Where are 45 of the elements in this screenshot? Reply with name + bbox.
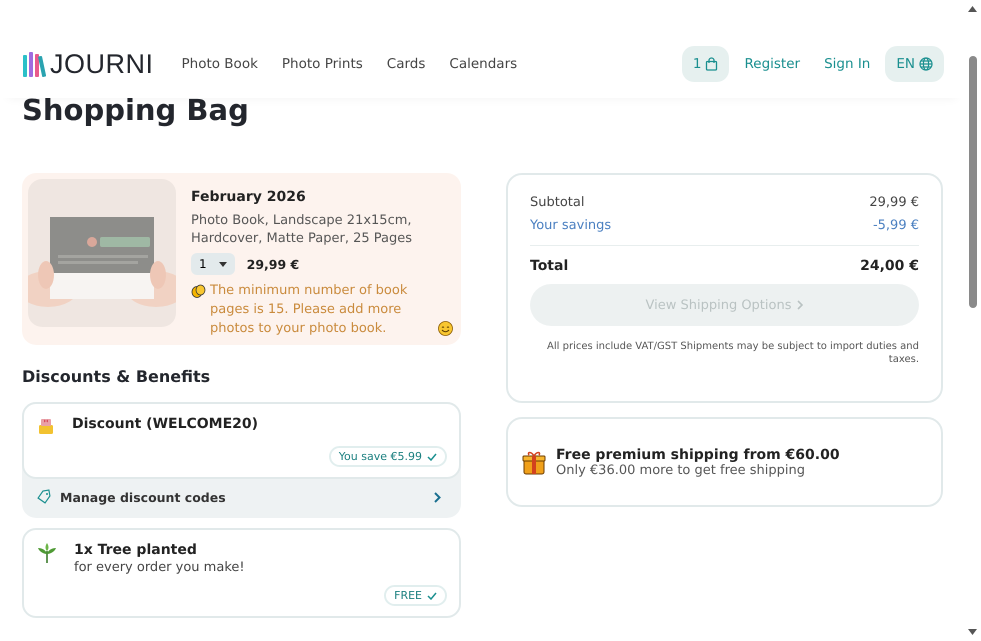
- benefit-badge: You save €5.99: [328, 446, 447, 467]
- benefit-badge: FREE: [384, 585, 447, 606]
- product-description: Photo Book, Landscape 21x15cm, Hardcover, Matte Paper, 25 Pages: [191, 212, 414, 248]
- bag-icon: [705, 57, 718, 71]
- product-title: February 2026: [191, 189, 307, 205]
- benefit-subtitle: for every order you make!: [74, 560, 245, 575]
- tag-icon: [36, 489, 52, 505]
- scroll-up-icon[interactable]: [968, 6, 977, 12]
- gift-box-icon: [36, 416, 56, 436]
- section-heading: Discounts & Benefits: [22, 367, 212, 386]
- summary-value: -5,99 €: [872, 218, 919, 233]
- summary-value: 29,99 €: [869, 195, 919, 210]
- shipping-title: Free premium shipping from €60.00: [556, 446, 840, 462]
- globe-icon: [919, 57, 933, 71]
- benefit-title: 1x Tree planted: [74, 542, 198, 558]
- nav-link[interactable]: Photo Prints: [270, 56, 375, 72]
- smiley-icon: [438, 321, 453, 336]
- summary-label: Your savings: [530, 218, 612, 233]
- chevron-right-icon: [797, 300, 804, 310]
- quantity-dropdown[interactable]: 1: [191, 253, 235, 275]
- caret-icon: [218, 262, 227, 266]
- shipping-subtitle: Only €36.00 more to get free shipping: [556, 462, 806, 478]
- gift-icon: [522, 449, 546, 475]
- page-title: Shopping Bag: [22, 92, 249, 129]
- chevron-right-icon: [434, 492, 441, 502]
- tax-note: All prices include VAT/GST Shipments may be subject to import duties and taxes.: [546, 340, 919, 366]
- nav-link[interactable]: Cards: [374, 56, 438, 72]
- warning-message: The minimum number of book pages is 15. Please add more photos to your photo book.: [210, 282, 408, 338]
- summary-label: Total: [530, 258, 568, 274]
- item-price: 29,99 €: [246, 256, 300, 272]
- nav-link[interactable]: Photo Book: [170, 56, 270, 72]
- scrollbar-thumb[interactable]: [969, 56, 977, 308]
- logo-text[interactable]: JOURNI: [50, 48, 154, 80]
- nav-link[interactable]: Calendars: [437, 56, 530, 72]
- checkmark-icon: [427, 452, 437, 460]
- logo-icon: [22, 51, 46, 77]
- manage-codes-button[interactable]: Manage discount codes: [22, 479, 461, 518]
- sign-in-link[interactable]: Sign In: [815, 56, 880, 72]
- benefit-title: Discount (WELCOME20): [72, 416, 258, 432]
- register-link[interactable]: Register: [735, 56, 810, 72]
- summary-label: Subtotal: [530, 195, 584, 210]
- checkmark-icon: [427, 592, 437, 600]
- summary-value: 24,00 €: [860, 258, 919, 274]
- scroll-down-icon[interactable]: [968, 629, 977, 635]
- sprout-icon: [36, 542, 58, 564]
